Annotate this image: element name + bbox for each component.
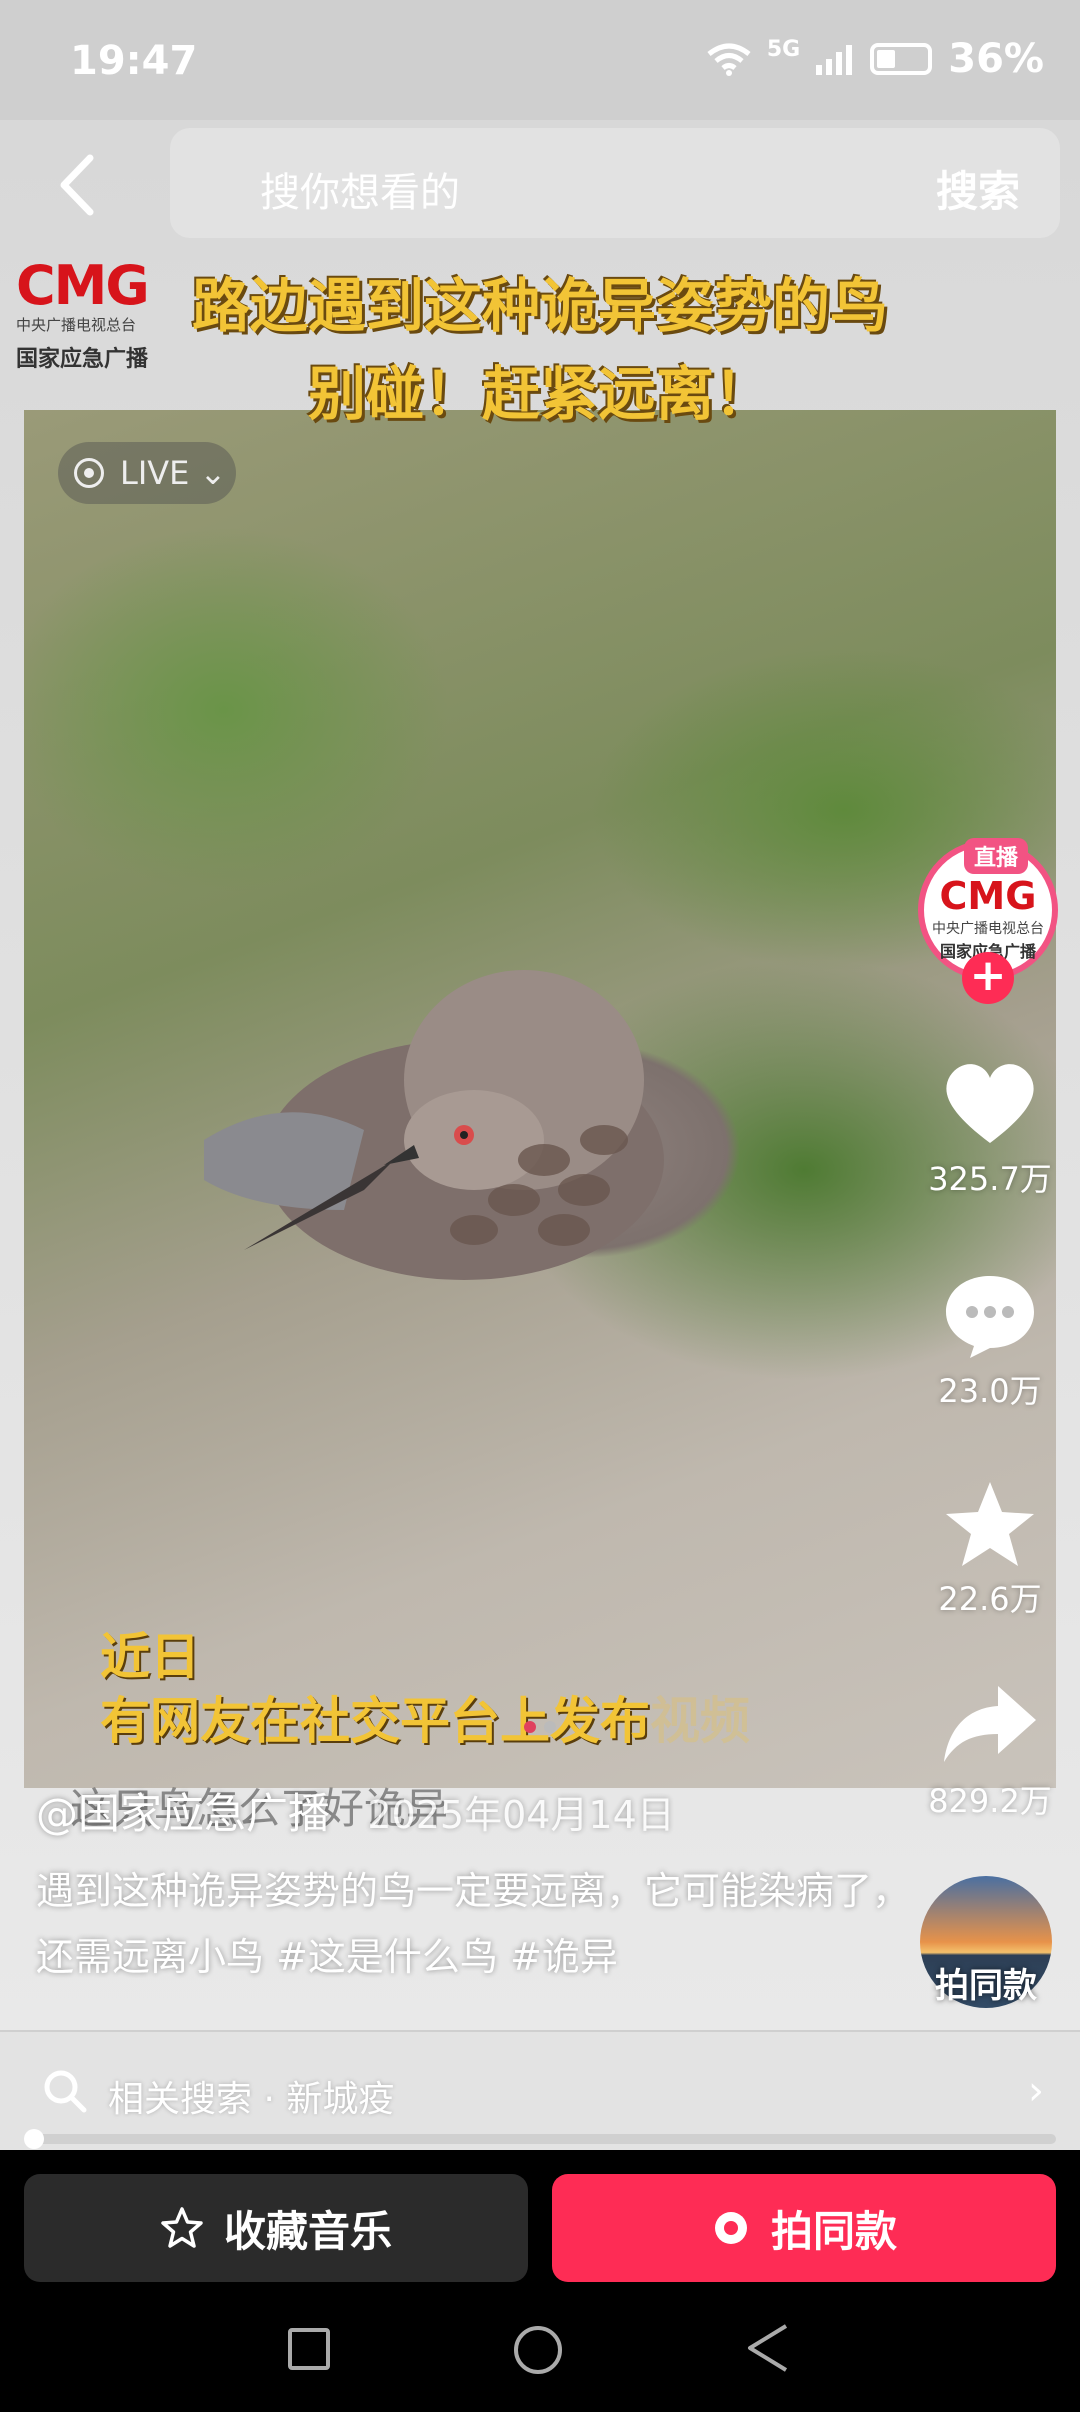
screen: 19:47 5G 36% 路边遇到这种诡异姿势的鸟 别碰！赶紧远离！ CMG 中… bbox=[0, 0, 1080, 2412]
favorite-button[interactable]: 22.6万 bbox=[910, 1478, 1070, 1620]
video-frame bbox=[24, 410, 1056, 1788]
carousel-dots bbox=[520, 1718, 560, 1737]
status-bar: 19:47 5G 36% bbox=[0, 0, 1080, 120]
video-progress-bar[interactable] bbox=[24, 2129, 1056, 2149]
system-nav-bar bbox=[0, 2310, 1080, 2410]
battery-icon bbox=[870, 43, 933, 75]
comment-icon bbox=[946, 1276, 1034, 1358]
heart-icon bbox=[946, 1064, 1034, 1143]
home-icon[interactable] bbox=[514, 2326, 562, 2374]
search-icon bbox=[44, 2070, 87, 2113]
carousel-dot bbox=[524, 1721, 536, 1733]
post-date: 2025年04月14日 bbox=[367, 1793, 675, 1837]
live-tag: 直播 bbox=[964, 838, 1029, 874]
wifi-icon bbox=[707, 43, 751, 76]
cell-bars-icon bbox=[816, 45, 853, 75]
share-button[interactable]: 829.2万 bbox=[910, 1680, 1070, 1822]
logo-brand: CMG bbox=[16, 254, 150, 317]
search-bar[interactable]: 搜你想看的 搜索 bbox=[170, 128, 1060, 238]
live-icon bbox=[74, 458, 104, 488]
share-count: 829.2万 bbox=[928, 1782, 1052, 1820]
video-caption: 近日 有网友在社交平台上发布视频 bbox=[100, 1625, 750, 1753]
logo-sub1: 中央广播电视总台 bbox=[16, 316, 137, 334]
like-count: 325.7万 bbox=[928, 1160, 1052, 1198]
chevron-right-icon: › bbox=[1028, 2068, 1044, 2114]
caption-line2-faint: 视频 bbox=[650, 1692, 750, 1750]
post-description[interactable]: 遇到这种诡异姿势的鸟一定要远离，它可能染病了，还需远离小鸟 #这是什么鸟 #诡异 bbox=[36, 1858, 936, 1990]
cmg-logo: CMG 中央广播电视总台 国家应急广播 bbox=[16, 258, 186, 388]
bottom-bar: 收藏音乐 拍同款 bbox=[0, 2150, 1080, 2412]
save-music-button[interactable]: 收藏音乐 bbox=[24, 2174, 528, 2282]
carousel-dot bbox=[544, 1721, 556, 1733]
favorite-count: 22.6万 bbox=[938, 1580, 1042, 1618]
search-button[interactable]: 搜索 bbox=[936, 158, 1020, 219]
bird-image bbox=[204, 970, 664, 1280]
battery-percent: 36% bbox=[948, 36, 1044, 82]
avatar-sub1: 中央广播电视总台 bbox=[932, 921, 1044, 937]
shoot-same-button[interactable]: 拍同款 bbox=[552, 2174, 1056, 2282]
signal-icon: 5G bbox=[766, 36, 801, 62]
related-search-bar[interactable]: 相关搜索 · 新城疫 › bbox=[0, 2030, 1080, 2150]
comment-count: 23.0万 bbox=[938, 1372, 1042, 1410]
follow-button[interactable]: + bbox=[962, 952, 1014, 1004]
comment-button[interactable]: 23.0万 bbox=[910, 1270, 1070, 1412]
shoot-same-label: 拍同款 bbox=[770, 2206, 897, 2256]
live-badge[interactable]: LIVE ⌄ bbox=[58, 442, 236, 504]
back-arrow-icon[interactable] bbox=[50, 150, 110, 220]
related-search-label: 相关搜索 · 新城疫 bbox=[108, 2079, 395, 2120]
author-row[interactable]: @国家应急广播 2025年04月14日 bbox=[36, 1780, 675, 1841]
caption-line1: 近日 bbox=[100, 1628, 200, 1686]
star-outline-icon bbox=[161, 2207, 203, 2248]
status-icons: 5G 36% bbox=[707, 36, 1044, 82]
back-icon[interactable] bbox=[744, 2322, 792, 2374]
live-label: LIVE bbox=[120, 454, 190, 492]
record-icon bbox=[714, 2212, 747, 2244]
like-button[interactable]: 325.7万 bbox=[910, 1058, 1070, 1200]
save-music-label: 收藏音乐 bbox=[223, 2206, 392, 2256]
recents-icon[interactable] bbox=[288, 2328, 330, 2370]
avatar-brand: CMG bbox=[939, 874, 1037, 918]
search-input[interactable]: 搜你想看的 bbox=[260, 160, 460, 218]
star-icon bbox=[946, 1482, 1034, 1566]
same-style-label[interactable]: 拍同款 bbox=[916, 1958, 1056, 2007]
status-time: 19:47 bbox=[70, 38, 198, 84]
share-icon bbox=[944, 1686, 1036, 1762]
author-name[interactable]: @国家应急广播 bbox=[36, 1789, 330, 1838]
caption-line2: 有网友在社交平台上发布 bbox=[100, 1692, 650, 1750]
logo-sub2: 国家应急广播 bbox=[16, 347, 149, 372]
